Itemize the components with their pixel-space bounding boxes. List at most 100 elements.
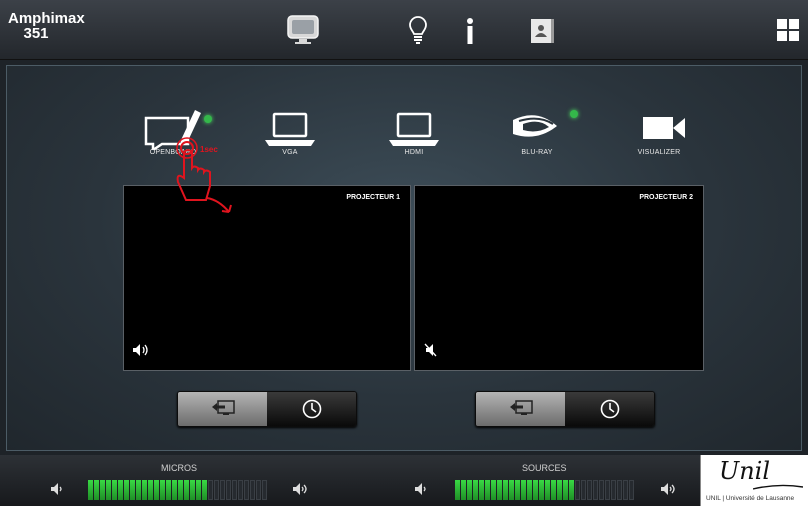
unil-logo: Unil UNIL | Université de Lausanne (700, 455, 808, 506)
source-label: BLU-RAY (521, 149, 553, 156)
meter-segment (479, 480, 484, 500)
meter-segment (88, 480, 93, 500)
room-name: Amphimax 351 (8, 10, 85, 42)
projector-title: PROJECTEUR 1 (346, 194, 400, 201)
speaker-icon[interactable] (132, 343, 150, 362)
meter-segment (629, 480, 634, 500)
sources-level-meter[interactable] (455, 480, 634, 500)
meter-segment (238, 480, 243, 500)
source-label: HDMI (404, 149, 424, 156)
info-icon[interactable] (462, 12, 478, 48)
source-visualizer[interactable]: VISUALIZER (609, 104, 709, 164)
meter-segment (130, 480, 135, 500)
meter-segment (587, 480, 592, 500)
meter-segment (455, 480, 460, 500)
logo-swash (753, 484, 803, 490)
meter-segment (226, 480, 231, 500)
micros-volume-up-icon[interactable] (292, 482, 312, 501)
meter-segment (461, 480, 466, 500)
source-label: VISUALIZER (637, 149, 681, 156)
display-icon[interactable] (284, 12, 322, 48)
micros-level-meter[interactable] (88, 480, 267, 500)
meter-segment (166, 480, 171, 500)
meter-segment (172, 480, 177, 500)
meter-segment (509, 480, 514, 500)
source-vga[interactable]: VGA (240, 104, 340, 164)
meter-segment (178, 480, 183, 500)
grid-icon[interactable] (774, 12, 802, 48)
meter-segment (575, 480, 580, 500)
meter-segment (473, 480, 478, 500)
laptop-icon (265, 112, 315, 146)
meter-segment (220, 480, 225, 500)
meter-segment (232, 480, 237, 500)
meter-segment (136, 480, 141, 500)
meter-segment (605, 480, 610, 500)
meter-segment (262, 480, 267, 500)
meter-segment (551, 480, 556, 500)
meter-segment (599, 480, 604, 500)
meter-segment (244, 480, 249, 500)
projector-2-input-button[interactable] (476, 392, 565, 426)
logo-script: Unil (719, 457, 771, 485)
projector-2-timer-button[interactable] (565, 392, 654, 426)
source-hdmi[interactable]: HDMI (364, 104, 464, 164)
sources-volume-up-icon[interactable] (660, 482, 680, 501)
meter-segment (545, 480, 550, 500)
meter-segment (202, 480, 207, 500)
volume-bar: MICROS SOURCES (0, 455, 808, 506)
meter-segment (160, 480, 165, 500)
meter-segment (196, 480, 201, 500)
meter-segment (581, 480, 586, 500)
meter-segment (190, 480, 195, 500)
meter-segment (256, 480, 261, 500)
meter-segment (623, 480, 628, 500)
meter-segment (118, 480, 123, 500)
active-indicator (570, 110, 578, 118)
meter-segment (533, 480, 538, 500)
meter-segment (214, 480, 219, 500)
projector-1-screen[interactable]: PROJECTEUR 1 (123, 185, 411, 371)
speaker-muted-icon[interactable] (423, 343, 441, 362)
source-openboard[interactable]: OPENBOARD (123, 104, 223, 164)
meter-segment (485, 480, 490, 500)
whiteboard-pen-icon (144, 110, 201, 150)
meter-segment (491, 480, 496, 500)
meter-segment (527, 480, 532, 500)
sources-volume-down-icon[interactable] (414, 482, 430, 501)
micros-volume-down-icon[interactable] (50, 482, 66, 501)
meter-segment (142, 480, 147, 500)
projector-1-timer-button[interactable] (267, 392, 356, 426)
projector-1-input-button[interactable] (178, 392, 267, 426)
room-name-line2: 351 (23, 25, 49, 42)
meter-segment (563, 480, 568, 500)
clock-icon (302, 399, 321, 419)
meter-segment (208, 480, 213, 500)
input-select-icon (211, 400, 235, 415)
input-select-icon (509, 400, 533, 415)
bulb-icon[interactable] (406, 12, 430, 48)
meter-segment (124, 480, 129, 500)
bluray-icon (513, 115, 557, 137)
clock-icon (600, 399, 619, 419)
contacts-icon[interactable] (526, 12, 558, 48)
room-name-line1: Amphimax (8, 10, 85, 27)
camera-icon (643, 117, 685, 139)
sources-label: SOURCES (522, 463, 567, 473)
meter-segment (497, 480, 502, 500)
active-indicator (204, 115, 212, 123)
meter-segment (611, 480, 616, 500)
meter-segment (593, 480, 598, 500)
meter-segment (94, 480, 99, 500)
projector-2-controls (475, 391, 655, 427)
source-label: OPENBOARD (149, 149, 197, 156)
meter-segment (503, 480, 508, 500)
micros-label: MICROS (161, 463, 197, 473)
source-label: VGA (282, 149, 298, 156)
meter-segment (467, 480, 472, 500)
projector-1-controls (177, 391, 357, 427)
projector-2-screen[interactable]: PROJECTEUR 2 (414, 185, 704, 371)
meter-segment (106, 480, 111, 500)
meter-segment (617, 480, 622, 500)
meter-segment (521, 480, 526, 500)
